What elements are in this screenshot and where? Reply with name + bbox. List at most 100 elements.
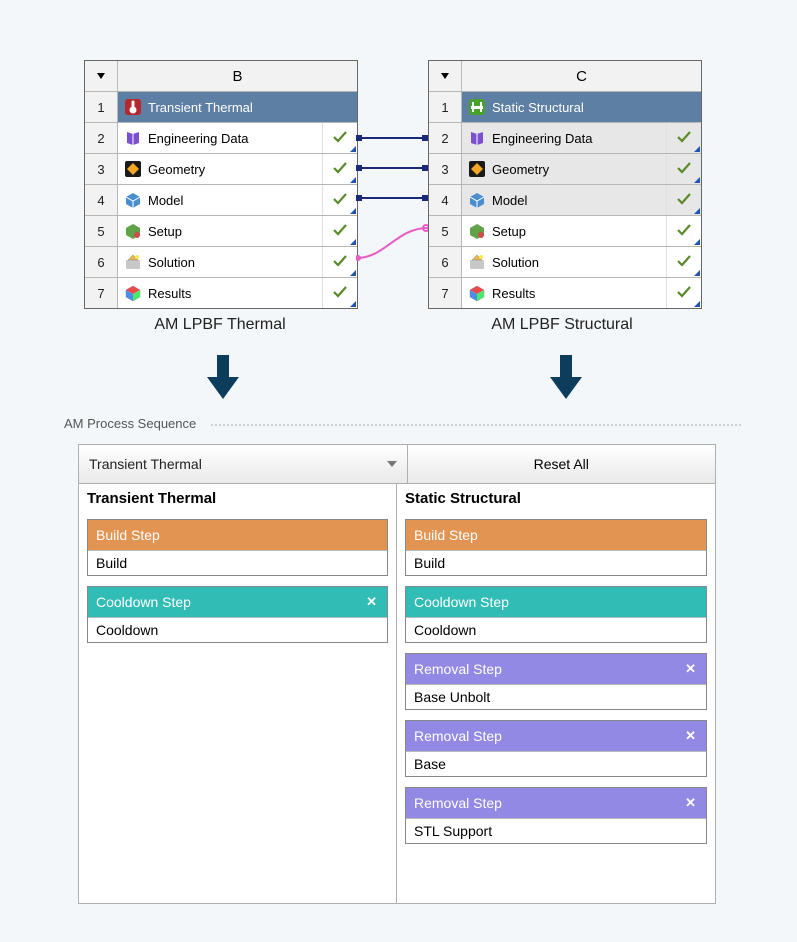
check-icon bbox=[332, 160, 348, 179]
step-block-build-step[interactable]: Build Step Build bbox=[405, 519, 707, 576]
step-block-build-step[interactable]: Build Step Build bbox=[87, 519, 388, 576]
row-body[interactable]: Transient Thermal bbox=[118, 92, 357, 122]
row-body[interactable]: Setup bbox=[118, 216, 322, 246]
system-row-engineering-data[interactable]: 2 Engineering Data bbox=[85, 123, 357, 154]
row-number: 7 bbox=[85, 278, 118, 308]
step-item[interactable]: Build bbox=[406, 550, 706, 575]
results-icon bbox=[124, 284, 142, 302]
row-body[interactable]: Model bbox=[118, 185, 322, 215]
system-row-results[interactable]: 7Results bbox=[85, 278, 357, 308]
column-header[interactable]: C bbox=[429, 61, 701, 92]
status-cell bbox=[322, 247, 357, 277]
row-body[interactable]: Engineering Data bbox=[462, 123, 666, 153]
canvas: B1Transient Thermal2Engineering Data3Geo… bbox=[0, 0, 797, 942]
system-row-engineering-data[interactable]: 2Engineering Data bbox=[429, 123, 701, 154]
setup-icon bbox=[468, 222, 486, 240]
close-icon[interactable]: ✕ bbox=[683, 661, 698, 677]
step-item[interactable]: STL Support bbox=[406, 818, 706, 843]
status-cell bbox=[322, 185, 357, 215]
column-header[interactable]: B bbox=[85, 61, 357, 92]
step-block-removal-step[interactable]: Removal Step ✕ Base Unbolt bbox=[405, 653, 707, 710]
step-item[interactable]: Cooldown bbox=[88, 617, 387, 642]
step-header[interactable]: Build Step bbox=[88, 520, 387, 550]
status-cell bbox=[322, 278, 357, 308]
row-label: Solution bbox=[492, 255, 660, 270]
system-row-geometry[interactable]: 3 Geometry bbox=[85, 154, 357, 185]
step-header[interactable]: Removal Step✕ bbox=[406, 721, 706, 751]
row-body[interactable]: Solution bbox=[118, 247, 322, 277]
system-c[interactable]: C1Static Structural2Engineering Data3Geo… bbox=[428, 60, 702, 309]
row-label: Engineering Data bbox=[148, 131, 316, 146]
status-cell bbox=[666, 247, 701, 277]
step-header[interactable]: Build Step bbox=[406, 520, 706, 550]
status-cell bbox=[666, 216, 701, 246]
row-body[interactable]: Geometry bbox=[462, 154, 666, 184]
model-icon bbox=[468, 191, 486, 209]
system-title-row[interactable]: 1Transient Thermal bbox=[85, 92, 357, 123]
step-type-label: Build Step bbox=[96, 527, 160, 543]
step-type-label: Removal Step bbox=[414, 661, 502, 677]
row-label: Setup bbox=[492, 224, 660, 239]
row-body[interactable]: Geometry bbox=[118, 154, 322, 184]
step-type-label: Build Step bbox=[414, 527, 478, 543]
row-body[interactable]: Model bbox=[462, 185, 666, 215]
step-block-cooldown-step[interactable]: Cooldown StepCooldown bbox=[405, 586, 707, 643]
step-header[interactable]: Cooldown Step✕ bbox=[88, 587, 387, 617]
check-icon bbox=[676, 253, 692, 272]
header-caret-cell[interactable] bbox=[429, 61, 462, 91]
row-body[interactable]: Solution bbox=[462, 247, 666, 277]
close-icon[interactable]: ✕ bbox=[683, 728, 698, 744]
system-row-setup[interactable]: 5Setup bbox=[85, 216, 357, 247]
solution-icon bbox=[468, 253, 486, 271]
status-cell bbox=[666, 154, 701, 184]
system-select-dropdown[interactable]: Transient Thermal bbox=[79, 445, 408, 483]
step-items: Cooldown bbox=[406, 617, 706, 642]
row-number: 2 bbox=[85, 123, 118, 153]
system-row-model[interactable]: 4Model bbox=[85, 185, 357, 216]
reset-all-button[interactable]: Reset All bbox=[408, 445, 716, 483]
step-item[interactable]: Base Unbolt bbox=[406, 684, 706, 709]
row-body[interactable]: Setup bbox=[462, 216, 666, 246]
column-letter: B bbox=[118, 61, 357, 91]
row-body[interactable]: Engineering Data bbox=[118, 123, 322, 153]
system-b[interactable]: B1Transient Thermal2 Engineering Data 3 Geo… bbox=[84, 60, 358, 309]
step-item[interactable]: Build bbox=[88, 550, 387, 575]
close-icon[interactable]: ✕ bbox=[364, 594, 379, 610]
status-cell bbox=[322, 154, 357, 184]
row-body[interactable]: Results bbox=[118, 278, 322, 308]
step-block-cooldown-step[interactable]: Cooldown Step✕Cooldown bbox=[87, 586, 388, 643]
system-row-results[interactable]: 7Results bbox=[429, 278, 701, 308]
step-block-removal-step[interactable]: Removal Step ✕ STL Support bbox=[405, 787, 707, 844]
status-cell bbox=[666, 278, 701, 308]
step-header[interactable]: Removal Step ✕ bbox=[406, 654, 706, 684]
row-body[interactable]: Results bbox=[462, 278, 666, 308]
row-label: Results bbox=[492, 286, 660, 301]
system-row-setup[interactable]: 5Setup bbox=[429, 216, 701, 247]
step-header[interactable]: Cooldown Step bbox=[406, 587, 706, 617]
step-block-removal-step[interactable]: Removal Step✕Base bbox=[405, 720, 707, 777]
structural-icon bbox=[468, 98, 486, 116]
row-label: Geometry bbox=[148, 162, 316, 177]
step-item[interactable]: Base bbox=[406, 751, 706, 776]
header-caret-cell[interactable] bbox=[85, 61, 118, 91]
check-icon bbox=[676, 160, 692, 179]
row-body[interactable]: Static Structural bbox=[462, 92, 701, 122]
system-row-solution[interactable]: 6Solution bbox=[85, 247, 357, 278]
system-row-solution[interactable]: 6Solution bbox=[429, 247, 701, 278]
system-row-geometry[interactable]: 3Geometry bbox=[429, 154, 701, 185]
system-title-row[interactable]: 1Static Structural bbox=[429, 92, 701, 123]
row-number: 3 bbox=[85, 154, 118, 184]
check-icon bbox=[332, 222, 348, 241]
status-cell bbox=[322, 216, 357, 246]
step-header[interactable]: Removal Step ✕ bbox=[406, 788, 706, 818]
step-type-label: Removal Step bbox=[414, 795, 502, 811]
step-item[interactable]: Cooldown bbox=[406, 617, 706, 642]
row-number: 3 bbox=[429, 154, 462, 184]
caption-b: AM LPBF Thermal bbox=[130, 316, 310, 334]
step-items: Base bbox=[406, 751, 706, 776]
results-icon bbox=[468, 284, 486, 302]
system-row-model[interactable]: 4Model bbox=[429, 185, 701, 216]
setup-icon bbox=[124, 222, 142, 240]
solution-icon bbox=[124, 253, 142, 271]
close-icon[interactable]: ✕ bbox=[683, 795, 698, 811]
